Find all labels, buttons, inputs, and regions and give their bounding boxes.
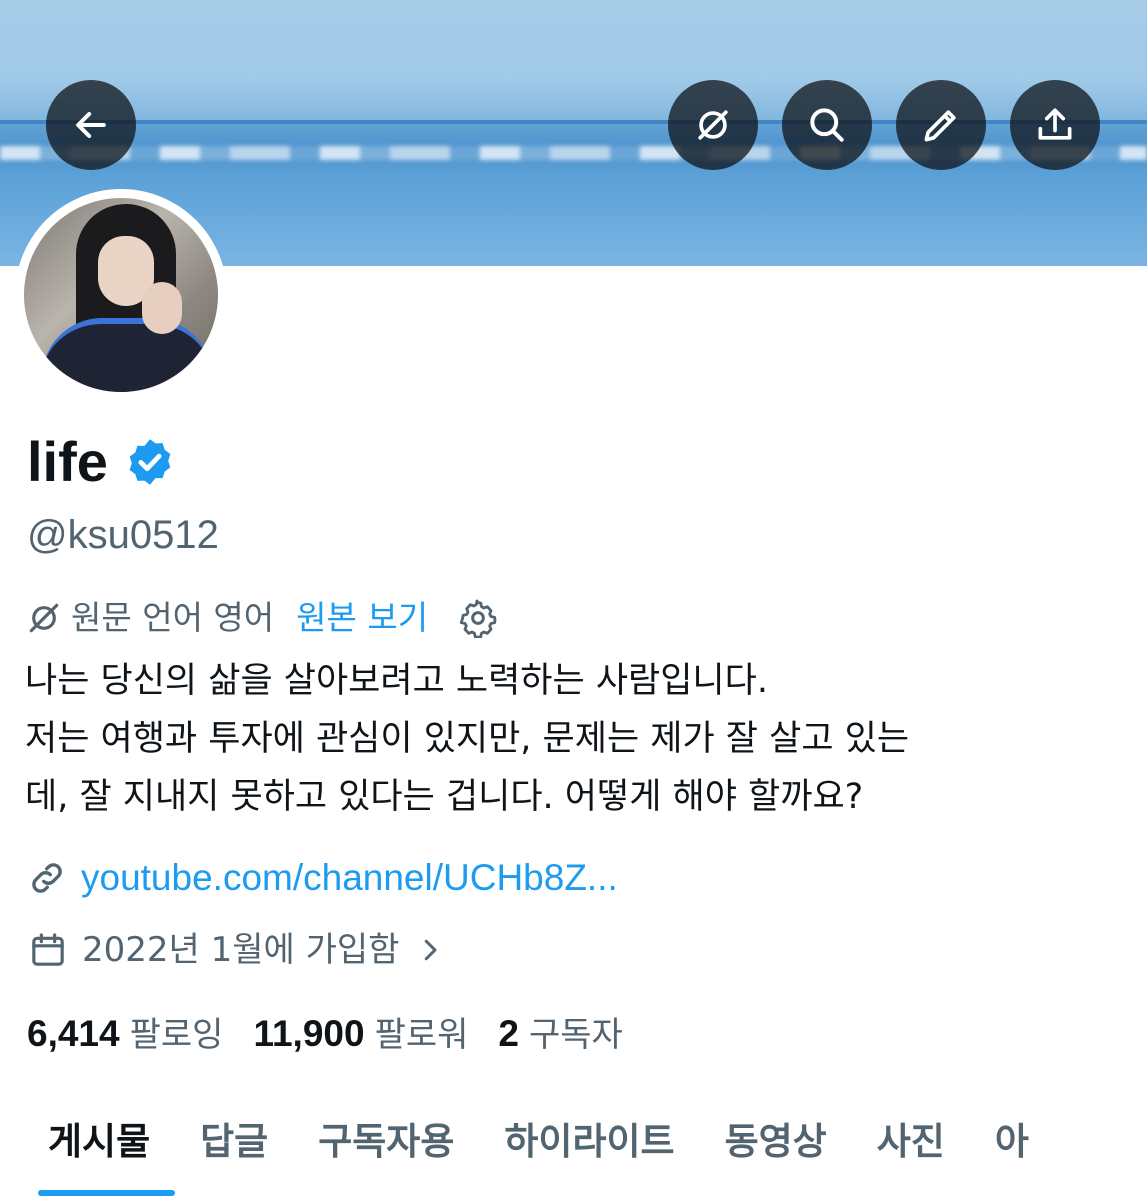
tab-videos[interactable]: 동영상 <box>700 1100 852 1184</box>
edit-icon <box>924 110 956 142</box>
avatar-photo <box>24 198 218 392</box>
following-label[interactable]: 팔로잉 <box>130 1011 224 1059</box>
bio-line: 저는 여행과 투자에 관심이 있지만, 문제는 제가 잘 살고 있는 <box>25 719 910 759</box>
translation-source-label: 원문 언어 영어 <box>71 598 275 637</box>
share-button[interactable] <box>1010 80 1100 170</box>
gear-icon[interactable] <box>458 598 498 638</box>
avatar[interactable] <box>15 189 227 401</box>
website-link-text[interactable]: youtube.com/channel/UCHb8Z... <box>81 852 618 904</box>
tab-replies[interactable]: 답글 <box>175 1100 293 1184</box>
translate-toggle-button[interactable] <box>668 80 758 170</box>
back-button[interactable] <box>46 80 136 170</box>
link-icon <box>32 863 62 893</box>
profile-bio: 나는 당신의 삶을 살아보려고 노력하는 사람입니다. 저는 여행과 투자에 관… <box>25 652 1125 826</box>
chevron-right-icon <box>399 935 445 965</box>
share-icon <box>1038 108 1072 140</box>
profile-website-link[interactable]: youtube.com/channel/UCHb8Z... <box>27 852 618 904</box>
subscribers-count[interactable]: 2 <box>498 1010 519 1058</box>
tab-highlights[interactable]: 하이라이트 <box>479 1100 699 1184</box>
joined-date-text: 2022년 1월에 가입함 <box>82 930 400 970</box>
calendar-icon <box>28 930 82 970</box>
followers-label[interactable]: 팔로워 <box>375 1011 469 1059</box>
tab-posts[interactable]: 게시물 <box>0 1100 176 1196</box>
edit-button[interactable] <box>896 80 986 170</box>
profile-handle: @ksu0512 <box>27 513 219 557</box>
profile-stats: 6,414 팔로잉 11,900 팔로워 2 구독자 <box>27 1010 653 1059</box>
tab-subscriptions[interactable]: 구독자용 <box>293 1100 479 1184</box>
translate-off-icon <box>25 599 71 637</box>
search-button[interactable] <box>782 80 872 170</box>
translate-off-icon <box>698 110 728 140</box>
profile-name: life <box>27 430 108 493</box>
profile-tabs: 게시물 답글 구독자용 하이라이트 동영상 사진 아 <box>0 1100 1147 1200</box>
tab-more[interactable]: 아 <box>970 1100 1054 1184</box>
joined-date-row[interactable]: 2022년 1월에 가입함 <box>28 924 445 976</box>
following-count[interactable]: 6,414 <box>27 1010 120 1058</box>
translation-row: 원문 언어 영어 원본 보기 <box>25 596 498 640</box>
followers-count[interactable]: 11,900 <box>253 1010 364 1058</box>
bio-line: 나는 당신의 삶을 살아보려고 노력하는 사람입니다. <box>25 661 768 701</box>
subscribers-label[interactable]: 구독자 <box>529 1011 623 1059</box>
verified-badge-icon[interactable] <box>124 436 176 488</box>
bio-line: 데, 잘 지내지 못하고 있다는 겁니다. 어떻게 해야 할까요? <box>25 777 864 817</box>
tab-photos[interactable]: 사진 <box>852 1100 970 1184</box>
view-original-link[interactable]: 원본 보기 <box>296 596 428 640</box>
search-icon <box>810 108 844 142</box>
back-icon <box>76 111 106 139</box>
profile-name-row: life <box>27 430 176 494</box>
